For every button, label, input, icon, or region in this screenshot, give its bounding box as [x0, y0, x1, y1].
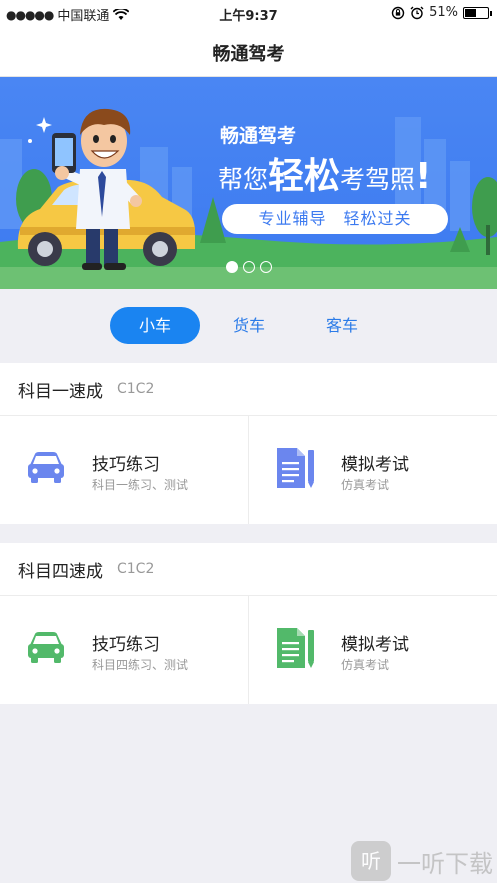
page-title: 畅通驾考: [212, 44, 285, 65]
tab-bus[interactable]: 客车: [297, 307, 387, 344]
exam-subtitle: 仿真考试: [341, 478, 390, 492]
section-cards: 技巧练习 科目四练习、测试 模拟考试 仿真考试: [0, 596, 497, 704]
practice-title: 技巧练习: [92, 455, 160, 475]
vehicle-type-tabs: 小车 货车 客车: [0, 289, 497, 363]
practice-title: 技巧练习: [92, 635, 160, 655]
exam-document-icon: [277, 628, 314, 668]
practice-card[interactable]: 技巧练习 科目四练习、测试: [0, 596, 249, 704]
banner-slogan-post: 考驾照: [340, 165, 416, 194]
section-cards: 技巧练习 科目一练习、测试 模拟考试 仿真考试: [0, 416, 497, 524]
exam-document-icon: [277, 448, 314, 488]
banner-page-dot[interactable]: [225, 261, 238, 273]
promo-banner[interactable]: 畅通驾考 帮您轻松考驾照! 专业辅导 轻松过关: [0, 77, 497, 289]
practice-card[interactable]: 技巧练习 科目一练习、测试: [0, 416, 249, 524]
status-bar: ●●●●● 中国联通 上午9:37 51%: [0, 0, 497, 26]
watermark-text: 一听下载: [397, 849, 493, 878]
car-icon: [28, 452, 64, 483]
battery-percent: 51%: [429, 5, 458, 20]
exam-card[interactable]: 模拟考试 仿真考试: [249, 416, 497, 524]
banner-slogan-pre: 帮您: [218, 165, 269, 194]
banner-page-indicator[interactable]: [0, 261, 497, 273]
banner-slogan: 帮您轻松考驾照!: [218, 147, 431, 199]
practice-subtitle: 科目四练习、测试: [92, 658, 189, 672]
battery-level: [465, 8, 477, 17]
banner-tagline-pill: 专业辅导 轻松过关: [222, 204, 448, 234]
watermark-icon: 听: [351, 841, 391, 881]
section-subject-one: 科目一速成 C1C2 技巧练习 科目一练习、测试 模拟考试 仿真考试: [0, 363, 497, 524]
practice-subtitle: 科目一练习、测试: [92, 478, 189, 492]
battery-icon: [463, 6, 492, 19]
banner-slogan-bang: !: [415, 156, 432, 197]
navigation-bar: 畅通驾考: [0, 26, 497, 77]
exam-title: 模拟考试: [341, 635, 409, 655]
car-icon: [28, 632, 64, 663]
banner-slogan-emphasis: 轻松: [268, 156, 341, 197]
status-right: 51%: [391, 5, 492, 20]
banner-page-dot[interactable]: [242, 261, 255, 273]
banner-brand: 畅通驾考: [220, 125, 297, 147]
exam-title: 模拟考试: [341, 455, 409, 475]
license-class-label: C1C2: [117, 561, 155, 577]
license-class-label: C1C2: [117, 381, 155, 397]
section-header: 科目一速成 C1C2: [0, 363, 497, 416]
exam-subtitle: 仿真考试: [341, 658, 390, 672]
alarm-icon: [410, 6, 424, 19]
exam-card[interactable]: 模拟考试 仿真考试: [249, 596, 497, 704]
rotation-lock-icon: [391, 6, 405, 19]
section-subject-four: 科目四速成 C1C2 技巧练习 科目四练习、测试 模拟考试 仿真考试: [0, 543, 497, 704]
section-title: 科目四速成: [18, 561, 103, 582]
tab-car[interactable]: 小车: [110, 307, 200, 344]
section-header: 科目四速成 C1C2: [0, 543, 497, 596]
section-title: 科目一速成: [18, 381, 103, 402]
tab-truck[interactable]: 货车: [204, 307, 294, 344]
watermark-logo: 听 一听下载: [351, 841, 493, 881]
banner-page-dot[interactable]: [259, 261, 272, 273]
